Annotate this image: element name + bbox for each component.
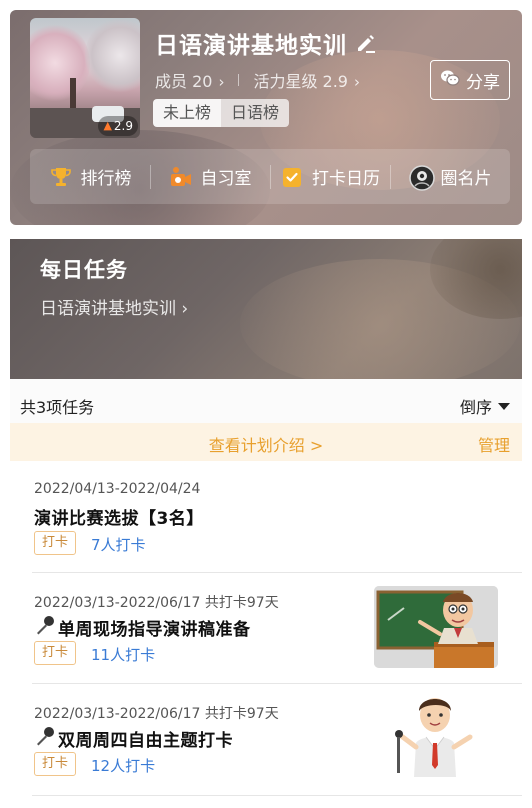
members-label: 成员 20 (155, 72, 213, 91)
task-list-header: 共3项任务 倒序 (10, 379, 522, 423)
checkin-tag: 打卡 (34, 531, 77, 555)
vitality-level-label: 活力星级 2.9 (253, 72, 348, 91)
sort-order-label: 倒序 (459, 398, 492, 417)
share-button-label: 分享 (466, 72, 500, 93)
quick-action-label: 排行榜 (80, 169, 132, 189)
cover-blossom (30, 23, 90, 103)
daily-task-title: 每日任务 (40, 258, 128, 282)
manage-button[interactable]: 管理 (478, 432, 510, 456)
checkin-count-link[interactable]: 7人打卡 (91, 534, 146, 555)
task-count-label: 共3项任务 (20, 398, 95, 417)
task-name-row: 单周现场指导演讲稿准备 (34, 614, 251, 641)
group-stats: 成员 20 › 活力星级 2.9 › (155, 68, 360, 92)
quick-action-label: 打卡日历 (312, 169, 380, 189)
group-title-text: 日语演讲基地实训 (155, 33, 347, 59)
cover-blossom (85, 18, 140, 93)
vitality-badge: ▲ 2.9 (98, 116, 138, 136)
calendar-check-icon (280, 165, 304, 189)
task-name: 双周周四自由主题打卡 (58, 731, 233, 751)
members-link[interactable]: 成员 20 › (155, 68, 224, 92)
study-room-icon (169, 165, 193, 189)
vitality-badge-value: 2.9 (113, 119, 133, 133)
plan-bar: 查看计划介绍 > 管理 (10, 423, 522, 461)
group-header-card: ▲ 2.9 日语演讲基地实训 成员 20 › 活力星级 2.9 › 未上榜 日语榜 (10, 10, 522, 225)
task-date-range: 2022/03/13-2022/06/17 共打卡97天 (34, 595, 279, 611)
flame-icon: ▲ (103, 119, 112, 132)
task-item[interactable]: 2022/03/13-2022/06/17 共打卡97天 单周现场指导演讲稿准备… (10, 573, 522, 684)
quick-actions-bar: 排行榜 自习室 打卡日历 圈名片 (30, 149, 510, 204)
chevron-right-icon: › (218, 73, 225, 91)
wechat-icon (440, 69, 460, 92)
chevron-right-icon: › (354, 73, 360, 91)
task-thumbnail[interactable] (388, 691, 482, 777)
checkin-count-link[interactable]: 12人打卡 (91, 755, 155, 776)
checkin-count-link[interactable]: 11人打卡 (91, 644, 155, 665)
task-date-range: 2022/04/13-2022/04/24 (34, 481, 201, 497)
rank-category-tag: 日语榜 (221, 99, 290, 127)
rank-tags[interactable]: 未上榜 日语榜 (153, 99, 290, 127)
checkin-tag: 打卡 (34, 752, 77, 776)
daily-task-group-link[interactable]: 日语演讲基地实训 › (40, 294, 188, 319)
quick-action-label: 圈名片 (440, 169, 492, 189)
task-item[interactable]: 2022/04/13-2022/04/24 演讲比赛选拔【3名】 打卡 7人打卡 (10, 461, 522, 573)
group-title: 日语演讲基地实训 (155, 26, 377, 60)
task-name: 演讲比赛选拔【3名】 (34, 509, 204, 529)
vitality-level-link[interactable]: 活力星级 2.9 › (253, 68, 360, 92)
task-date-range: 2022/03/13-2022/06/17 共打卡97天 (34, 706, 279, 722)
task-name-row: 双周周四自由主题打卡 (34, 725, 233, 752)
quick-action-group-card[interactable]: 圈名片 (390, 149, 510, 204)
sort-order-toggle[interactable]: 倒序 (460, 394, 510, 418)
checkin-tag: 打卡 (34, 641, 77, 665)
task-thumbnail[interactable] (374, 586, 498, 668)
card-avatar-icon (408, 164, 435, 191)
quick-action-checkin-calendar[interactable]: 打卡日历 (270, 149, 390, 204)
daily-task-banner[interactable]: 每日任务 日语演讲基地实训 › (10, 239, 522, 379)
microphone-icon (34, 725, 56, 752)
microphone-icon (34, 614, 56, 641)
quick-action-leaderboard[interactable]: 排行榜 (30, 149, 150, 204)
quick-action-study-room[interactable]: 自习室 (150, 149, 270, 204)
caret-down-icon (498, 402, 510, 410)
quick-action-label: 自习室 (200, 169, 252, 189)
rank-status-tag: 未上榜 (153, 99, 222, 127)
task-name: 单周现场指导演讲稿准备 (58, 620, 251, 640)
divider (32, 795, 522, 796)
divider (238, 74, 240, 86)
edit-pencil-icon[interactable] (355, 32, 377, 54)
share-button[interactable]: 分享 (430, 60, 510, 100)
group-cover-image[interactable]: ▲ 2.9 (30, 18, 140, 138)
task-item[interactable]: 2022/03/13-2022/06/17 共打卡97天 双周周四自由主题打卡 … (10, 684, 522, 796)
trophy-icon (49, 165, 73, 189)
view-plan-intro-link[interactable]: 查看计划介绍 > (10, 432, 522, 456)
